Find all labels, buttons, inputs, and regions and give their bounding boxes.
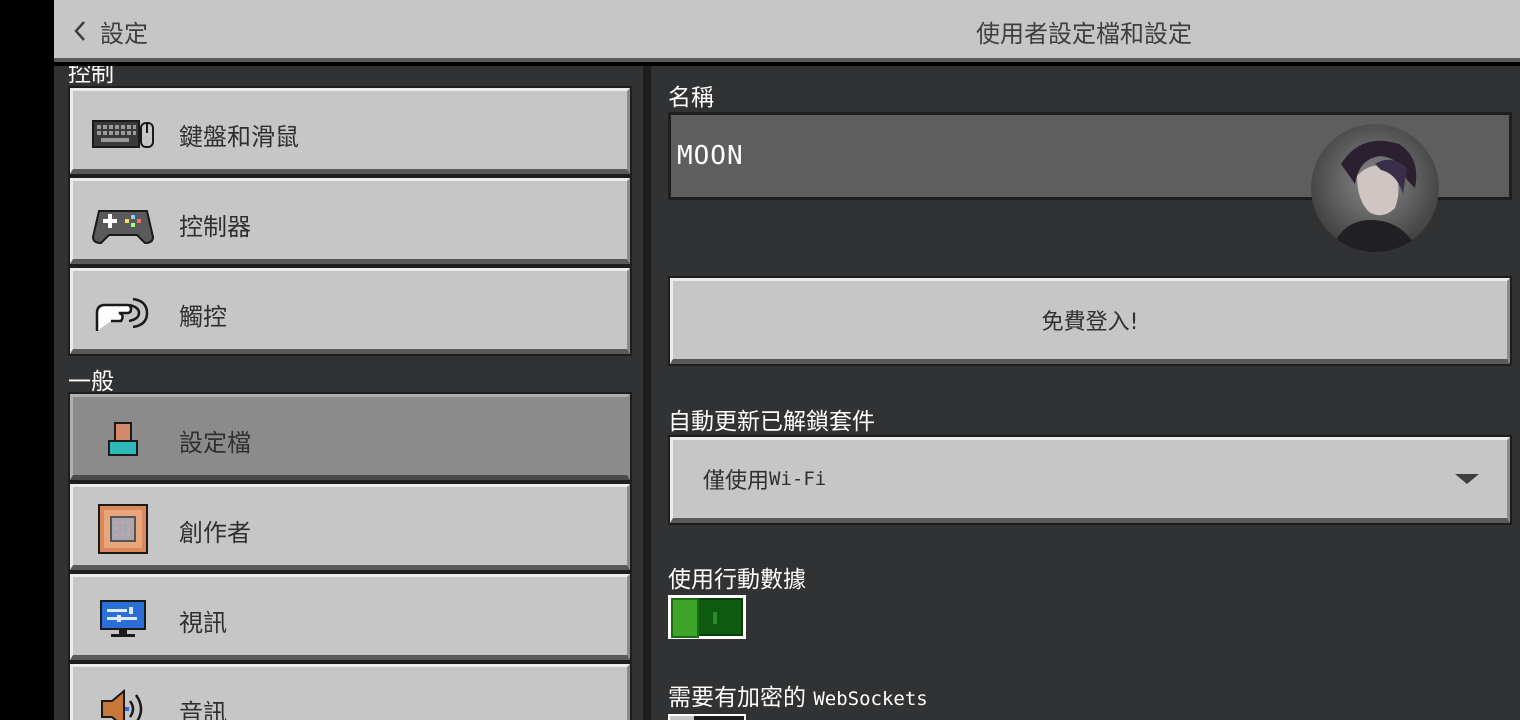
sidebar-item-label: 視訊 (179, 609, 227, 637)
auto-update-dropdown[interactable]: 僅使用 Wi-Fi (668, 435, 1512, 525)
speaker-icon (91, 681, 155, 720)
section-label-controls: 控制 (68, 66, 114, 87)
left-edge-strip (0, 0, 54, 720)
keyboard-mouse-icon (91, 105, 155, 161)
chevron-left-icon (74, 21, 85, 41)
websockets-toggle[interactable] (668, 714, 746, 720)
auto-update-label: 自動更新已解鎖套件 (668, 409, 875, 435)
avatar (1311, 124, 1439, 252)
touch-hand-icon (91, 285, 155, 341)
sidebar-item-profile[interactable]: 設定檔 (68, 392, 632, 482)
sidebar-item-label: 設定檔 (179, 429, 251, 457)
free-signin-button[interactable]: 免費登入! (668, 276, 1512, 366)
back-label: 設定 (100, 19, 148, 48)
sidebar-item-touch[interactable]: 觸控 (68, 266, 632, 356)
header-bar: 設定 使用者設定檔和設定 (54, 0, 1520, 62)
sidebar-item-video[interactable]: 視訊 (68, 572, 632, 662)
toggle-knob (670, 716, 694, 720)
cellular-data-toggle[interactable] (668, 595, 746, 639)
sidebar-item-label: 鍵盤和滑鼠 (179, 123, 299, 151)
auto-update-wifi: Wi-Fi (769, 468, 827, 490)
profile-icon (91, 411, 155, 467)
cellular-data-label: 使用行動數據 (668, 567, 806, 593)
section-label-general: 一般 (68, 369, 114, 395)
toggle-on-indicator (713, 612, 717, 624)
sidebar-item-label: 觸控 (179, 303, 227, 331)
name-value: MOON (677, 141, 744, 171)
sidebar-item-label: 控制器 (179, 213, 251, 241)
toggle-knob (671, 598, 699, 638)
profile-settings-panel: 名稱 MOON 免費登入! 自動更新已解鎖套件 僅使用 Wi-Fi 使用行動數據… (651, 66, 1520, 720)
page-title: 使用者設定檔和設定 (976, 20, 1192, 48)
websockets-label-suffix: WebSockets (813, 688, 928, 710)
monitor-icon (91, 591, 155, 647)
websockets-label-prefix: 需要有加密的 (668, 685, 814, 711)
sidebar-item-controller[interactable]: 控制器 (68, 176, 632, 266)
command-block-icon (91, 501, 155, 557)
name-label: 名稱 (668, 85, 714, 111)
auto-update-prefix: 僅使用 (703, 469, 770, 494)
signin-button-label: 免費登入! (1041, 310, 1139, 335)
websockets-label: 需要有加密的 WebSockets (668, 678, 928, 712)
back-button[interactable]: 設定 (72, 12, 148, 50)
sidebar-item-label: 音訊 (179, 699, 227, 720)
gamepad-icon (91, 195, 155, 251)
panel-divider (643, 66, 651, 720)
settings-sidebar[interactable]: 控制 鍵盤和滑鼠 控制器 觸控 一般 設定檔 創作者 視訊 音訊 (54, 66, 643, 720)
sidebar-item-keyboard-mouse[interactable]: 鍵盤和滑鼠 (68, 86, 632, 176)
sidebar-item-creator[interactable]: 創作者 (68, 482, 632, 572)
chevron-down-icon (1455, 474, 1479, 484)
sidebar-item-label: 創作者 (179, 519, 251, 547)
sidebar-item-audio[interactable]: 音訊 (68, 662, 632, 720)
